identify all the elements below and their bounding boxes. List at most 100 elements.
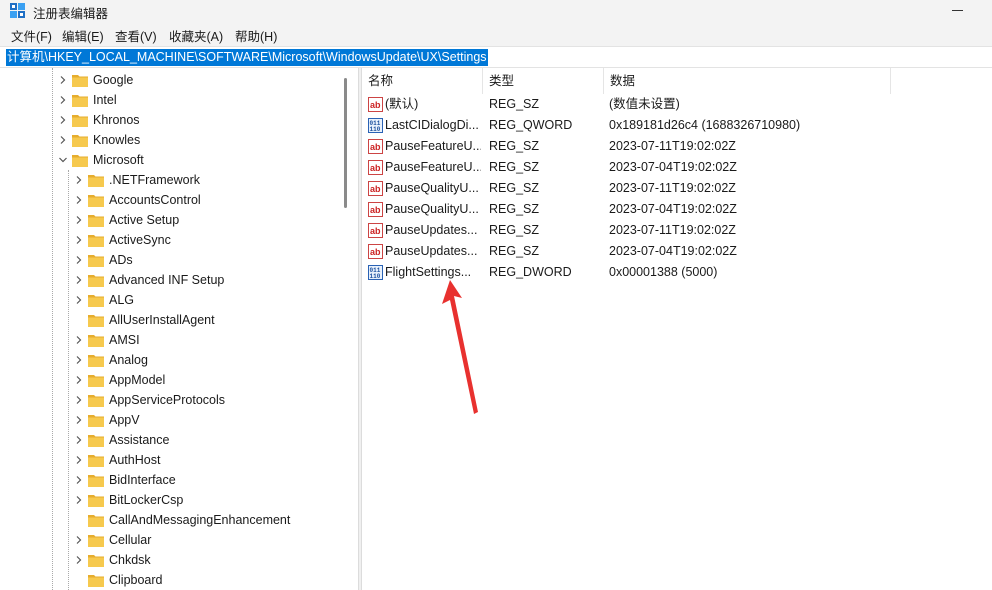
tree-item-amsi[interactable]: AMSI	[0, 330, 340, 350]
chevron-right-icon[interactable]	[74, 330, 84, 350]
chevron-right-icon[interactable]	[74, 270, 84, 290]
chevron-right-icon[interactable]	[74, 530, 84, 550]
chevron-right-icon[interactable]	[74, 430, 84, 450]
tree-item-advanced-inf-setup[interactable]: Advanced INF Setup	[0, 270, 340, 290]
value-row[interactable]: 011 110 FlightSettings... REG_DWORD 0x000013…	[362, 262, 992, 283]
value-name: (默认)	[385, 97, 419, 111]
chevron-right-icon[interactable]	[58, 130, 68, 150]
folder-icon	[72, 93, 88, 107]
string-value-icon: ab	[368, 139, 383, 154]
column-header-name[interactable]: 名称	[362, 68, 482, 94]
value-type: REG_SZ	[489, 97, 540, 111]
chevron-right-icon[interactable]	[58, 110, 68, 130]
tree-item-netframework[interactable]: .NETFramework	[0, 170, 340, 190]
tree-item-clipboard[interactable]: Clipboard	[0, 570, 340, 590]
menu-edit[interactable]: 编辑(E)	[61, 26, 105, 45]
chevron-right-icon[interactable]	[74, 490, 84, 510]
tree-item-activesync[interactable]: ActiveSync	[0, 230, 340, 250]
tree-item-label: Active Setup	[109, 213, 180, 227]
value-name: LastCIDialogDi...	[385, 118, 479, 132]
tree-item-alluserinstallagent[interactable]: AllUserInstallAgent	[0, 310, 340, 330]
tree-item-bidinterface[interactable]: BidInterface	[0, 470, 340, 490]
minimize-icon[interactable]	[952, 10, 963, 11]
tree-item-appserviceprotocols[interactable]: AppServiceProtocols	[0, 390, 340, 410]
menu-file[interactable]: 文件(F)	[10, 26, 53, 45]
chevron-right-icon[interactable]	[58, 70, 68, 90]
menu-favorites[interactable]: 收藏夹(A)	[168, 26, 224, 45]
tree-item-label: Intel	[93, 93, 117, 107]
chevron-right-icon[interactable]	[74, 450, 84, 470]
chevron-right-icon[interactable]	[74, 170, 84, 190]
folder-icon	[88, 433, 104, 447]
address-bar[interactable]: 计算机\HKEY_LOCAL_MACHINE\SOFTWARE\Microsof…	[0, 46, 992, 68]
tree-item-accountscontrol[interactable]: AccountsControl	[0, 190, 340, 210]
tree-item-active-setup[interactable]: Active Setup	[0, 210, 340, 230]
folder-icon	[88, 393, 104, 407]
column-header-type[interactable]: 类型	[483, 68, 603, 94]
tree-item-label: ADs	[109, 253, 133, 267]
tree-item-ads[interactable]: ADs	[0, 250, 340, 270]
chevron-right-icon[interactable]	[74, 370, 84, 390]
tree-scrollbar-thumb[interactable]	[344, 78, 347, 208]
registry-tree[interactable]: Google Intel Khronos Knowles Microsoft .NETFr…	[0, 68, 358, 590]
folder-icon	[88, 333, 104, 347]
chevron-right-icon[interactable]	[74, 550, 84, 570]
tree-item-chkdsk[interactable]: Chkdsk	[0, 550, 340, 570]
value-row[interactable]: ab (默认) REG_SZ (数值未设置)	[362, 94, 992, 115]
folder-icon	[88, 273, 104, 287]
tree-item-callandmessagingenhancement[interactable]: CallAndMessagingEnhancement	[0, 510, 340, 530]
chevron-right-icon[interactable]	[74, 390, 84, 410]
value-data: (数值未设置)	[609, 97, 680, 111]
value-name: PauseFeatureU...	[385, 160, 481, 174]
tree-item-appmodel[interactable]: AppModel	[0, 370, 340, 390]
chevron-right-icon[interactable]	[74, 190, 84, 210]
svg-text:ab: ab	[370, 142, 381, 152]
column-divider[interactable]	[890, 68, 891, 94]
value-row[interactable]: ab PauseFeatureU... REG_SZ 2023-07-11T19:02…	[362, 136, 992, 157]
tree-item-bitlockercsp[interactable]: BitLockerCsp	[0, 490, 340, 510]
chevron-right-icon[interactable]	[74, 230, 84, 250]
chevron-right-icon[interactable]	[58, 90, 68, 110]
tree-item-microsoft[interactable]: Microsoft	[0, 150, 340, 170]
tree-item-label: ActiveSync	[109, 233, 171, 247]
tree-item-label: Advanced INF Setup	[109, 273, 225, 287]
chevron-right-icon[interactable]	[74, 350, 84, 370]
svg-text:ab: ab	[370, 184, 381, 194]
tree-item-label: Google	[93, 73, 134, 87]
tree-item-appv[interactable]: AppV	[0, 410, 340, 430]
chevron-right-icon[interactable]	[74, 410, 84, 430]
tree-scrollbar[interactable]	[340, 68, 350, 590]
value-type: REG_SZ	[489, 223, 540, 237]
string-value-icon: ab	[368, 160, 383, 175]
tree-item-assistance[interactable]: Assistance	[0, 430, 340, 450]
tree-item-google[interactable]: Google	[0, 70, 340, 90]
tree-item-cellular[interactable]: Cellular	[0, 530, 340, 550]
value-row[interactable]: ab PauseQualityU... REG_SZ 2023-07-11T19:02…	[362, 178, 992, 199]
tree-item-intel[interactable]: Intel	[0, 90, 340, 110]
chevron-right-icon[interactable]	[74, 210, 84, 230]
chevron-right-icon[interactable]	[74, 250, 84, 270]
tree-item-authhost[interactable]: AuthHost	[0, 450, 340, 470]
folder-icon	[88, 413, 104, 427]
tree-item-alg[interactable]: ALG	[0, 290, 340, 310]
address-path[interactable]: 计算机\HKEY_LOCAL_MACHINE\SOFTWARE\Microsof…	[6, 49, 488, 66]
value-row[interactable]: ab PauseUpdates... REG_SZ 2023-07-04T19:02:…	[362, 241, 992, 262]
value-row[interactable]: 011 110 LastCIDialogDi... REG_QWORD 0x189181…	[362, 115, 992, 136]
chevron-right-icon[interactable]	[74, 470, 84, 490]
chevron-right-icon[interactable]	[74, 290, 84, 310]
value-row[interactable]: ab PauseFeatureU... REG_SZ 2023-07-04T19:02…	[362, 157, 992, 178]
folder-icon	[88, 193, 104, 207]
value-type: REG_SZ	[489, 139, 540, 153]
values-list[interactable]: 名称 类型 数据 ab (默认) REG_SZ (数值未设置) 011 110 LastCI…	[362, 68, 992, 590]
value-row[interactable]: ab PauseQualityU... REG_SZ 2023-07-04T19:02…	[362, 199, 992, 220]
column-header-data[interactable]: 数据	[604, 68, 890, 94]
tree-item-analog[interactable]: Analog	[0, 350, 340, 370]
value-type: REG_SZ	[489, 181, 540, 195]
menu-view[interactable]: 查看(V)	[114, 26, 158, 45]
string-value-icon: ab	[368, 202, 383, 217]
chevron-down-icon[interactable]	[58, 150, 68, 170]
tree-item-khronos[interactable]: Khronos	[0, 110, 340, 130]
tree-item-knowles[interactable]: Knowles	[0, 130, 340, 150]
value-row[interactable]: ab PauseUpdates... REG_SZ 2023-07-11T19:02:…	[362, 220, 992, 241]
menu-help[interactable]: 帮助(H)	[234, 26, 278, 45]
